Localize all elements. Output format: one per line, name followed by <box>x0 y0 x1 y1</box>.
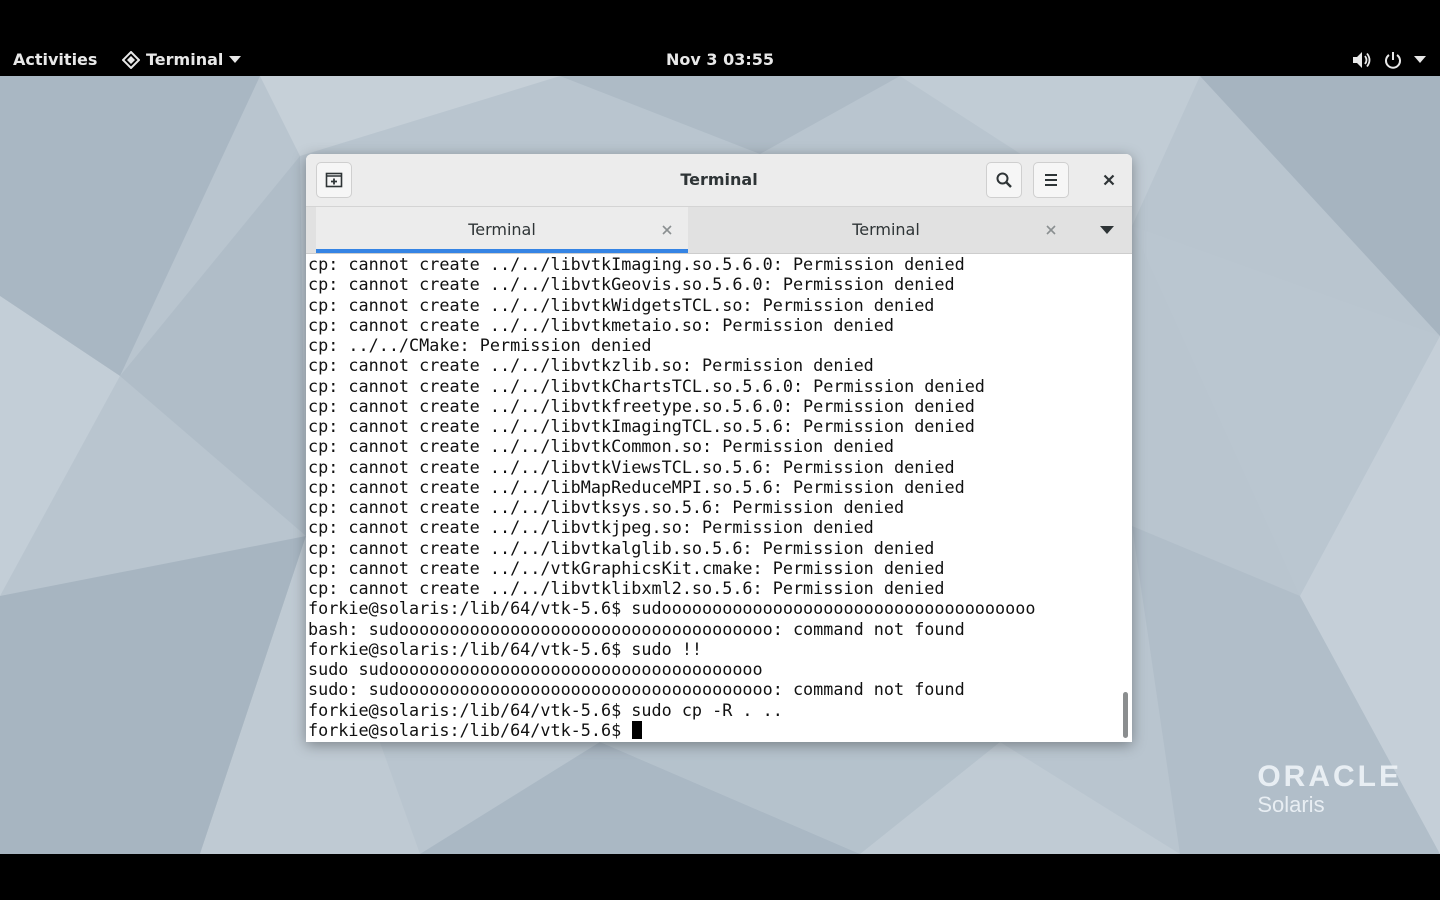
terminal-line: cp: cannot create ../../libvtkzlib.so: P… <box>308 355 874 376</box>
chevron-down-icon <box>1100 226 1114 234</box>
search-button[interactable] <box>986 162 1022 198</box>
terminal-prompt-line[interactable]: forkie@solaris:/lib/64/vtk-5.6$ <box>306 720 1118 740</box>
oracle-solaris-logo: ORACLE Solaris <box>1257 760 1402 818</box>
terminal-line: cp: cannot create ../../libvtkfreetype.s… <box>308 395 975 416</box>
close-icon <box>1103 174 1115 186</box>
terminal-line: cp: cannot create ../../libvtkCommon.so:… <box>308 436 894 457</box>
terminal-line: cp: cannot create ../../libvtkmetaio.so:… <box>308 314 894 335</box>
power-icon <box>1385 52 1401 69</box>
close-window-button[interactable] <box>1091 162 1127 198</box>
terminal-prompt: forkie@solaris:/lib/64/vtk-5.6$ <box>308 719 632 740</box>
window-titlebar[interactable]: Terminal <box>306 154 1132 207</box>
terminal-output[interactable]: cp: cannot create ../../libvtkImaging.so… <box>306 254 1118 742</box>
terminal-line: bash: sudooooooooooooooooooooooooooooooo… <box>308 618 965 639</box>
terminal-line: cp: cannot create ../../libvtkGeovis.so.… <box>308 274 955 295</box>
bottom-bar <box>0 854 1440 900</box>
terminal-scrollbar[interactable] <box>1120 254 1132 742</box>
terminal-line: cp: cannot create ../../vtkGraphicsKit.c… <box>308 557 945 578</box>
terminal-line: forkie@solaris:/lib/64/vtk-5.6$ sudooooo… <box>308 598 1036 619</box>
scrollbar-thumb[interactable] <box>1123 692 1128 738</box>
top-bar: Activities Terminal Nov 3 03:55 <box>0 0 1440 76</box>
terminal-line: cp: cannot create ../../libvtkalglib.so.… <box>308 537 935 558</box>
tab-label: Terminal <box>852 220 920 239</box>
tab-terminal-2[interactable]: Terminal <box>688 207 1084 253</box>
terminal-line: forkie@solaris:/lib/64/vtk-5.6$ sudo !! <box>308 638 703 659</box>
terminal-line: sudo sudoooooooooooooooooooooooooooooooo… <box>308 659 763 679</box>
tab-terminal-1[interactable]: Terminal <box>316 207 688 253</box>
terminal-line: cp: cannot create ../../libvtkImagingTCL… <box>308 416 975 436</box>
menu-button[interactable] <box>1033 162 1069 198</box>
tab-bar: Terminal Terminal <box>306 207 1132 254</box>
brand-product: Solaris <box>1257 792 1325 817</box>
close-tab-button[interactable] <box>658 221 676 239</box>
tab-list-dropdown[interactable] <box>1096 223 1118 237</box>
terminal-line: cp: ../../CMake: Permission denied <box>308 335 652 355</box>
terminal-line: cp: cannot create ../../libvtkWidgetsTCL… <box>308 294 935 315</box>
terminal-line: cp: cannot create ../../libvtkChartsTCL.… <box>308 375 985 396</box>
close-icon <box>1046 225 1056 235</box>
active-tab-indicator <box>316 249 688 253</box>
terminal-line: cp: cannot create ../../libvtkjpeg.so: P… <box>308 517 874 538</box>
close-icon <box>662 225 672 235</box>
terminal-line: cp: cannot create ../../libvtkImaging.so… <box>308 254 965 274</box>
close-tab-button[interactable] <box>1042 221 1060 239</box>
chevron-down-icon <box>1414 56 1426 63</box>
terminal-line: cp: cannot create ../../libvtkViewsTCL.s… <box>308 456 955 477</box>
terminal-line: cp: cannot create ../../libMapReduceMPI.… <box>308 476 965 497</box>
volume-icon <box>1353 52 1371 68</box>
hamburger-menu-icon <box>1045 174 1057 186</box>
brand-name: ORACLE <box>1257 760 1402 793</box>
tab-label: Terminal <box>468 220 536 239</box>
terminal-line: cp: cannot create ../../libvtksys.so.5.6… <box>308 497 905 517</box>
search-icon <box>996 172 1012 188</box>
terminal-line: cp: cannot create ../../libvtklibxml2.so… <box>308 578 945 598</box>
system-menu[interactable] <box>1352 48 1426 72</box>
terminal-line: sudo: sudooooooooooooooooooooooooooooooo… <box>308 679 965 700</box>
terminal-line: forkie@solaris:/lib/64/vtk-5.6$ sudo cp … <box>308 699 783 720</box>
terminal-window: Terminal Terminal Terminal cp: cannot cr… <box>306 154 1132 742</box>
clock[interactable]: Nov 3 03:55 <box>0 48 1440 72</box>
text-cursor <box>632 720 643 739</box>
